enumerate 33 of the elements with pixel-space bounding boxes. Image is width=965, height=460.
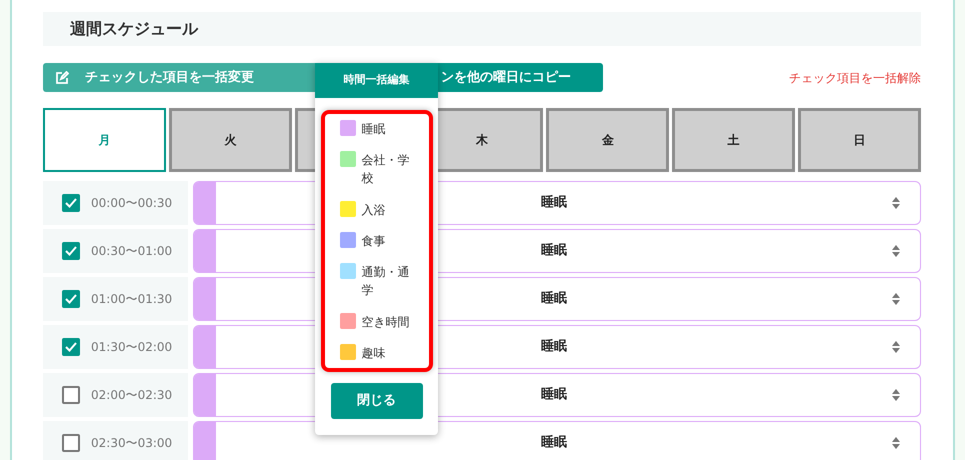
legend-label: 食事: [362, 232, 386, 250]
day-tab[interactable]: 日: [798, 108, 921, 172]
sort-icon: [892, 197, 900, 209]
sort-icon: [892, 341, 900, 353]
popup-title: 時間一括編集: [344, 72, 410, 88]
checkbox[interactable]: [62, 386, 80, 404]
legend-label: 睡眠: [362, 121, 386, 138]
close-button[interactable]: 閉じる: [330, 383, 422, 419]
day-tab[interactable]: 火: [168, 108, 292, 172]
day-tab[interactable]: 月: [43, 108, 166, 172]
clear-checks-link[interactable]: チェック項目を一括解除: [789, 68, 921, 86]
section-title: 週間スケジュール: [70, 18, 198, 40]
time-range: 00:30〜01:00: [91, 243, 172, 260]
activity-select[interactable]: 睡眠: [193, 421, 921, 460]
sort-icon: [892, 389, 900, 401]
day-tab[interactable]: 土: [672, 108, 796, 172]
sort-icon: [892, 293, 900, 305]
checkbox[interactable]: [62, 242, 80, 260]
checkbox[interactable]: [62, 194, 80, 212]
legend-label: 趣味: [362, 344, 386, 362]
checkbox[interactable]: [62, 434, 80, 452]
day-tab[interactable]: 金: [546, 108, 670, 172]
time-range: 00:00〜00:30: [91, 195, 172, 212]
sort-icon: [892, 437, 900, 449]
sort-icon: [892, 245, 900, 257]
legend-label: 入浴: [362, 202, 386, 219]
time-range: 01:00〜01:30: [91, 291, 172, 308]
time-range: 01:30〜02:00: [91, 339, 172, 356]
time-range: 02:00〜02:30: [91, 387, 172, 404]
checkbox[interactable]: [62, 290, 80, 308]
edit-icon: [55, 70, 69, 84]
time-range: 02:30〜03:00: [91, 435, 172, 452]
checkbox[interactable]: [62, 338, 80, 356]
